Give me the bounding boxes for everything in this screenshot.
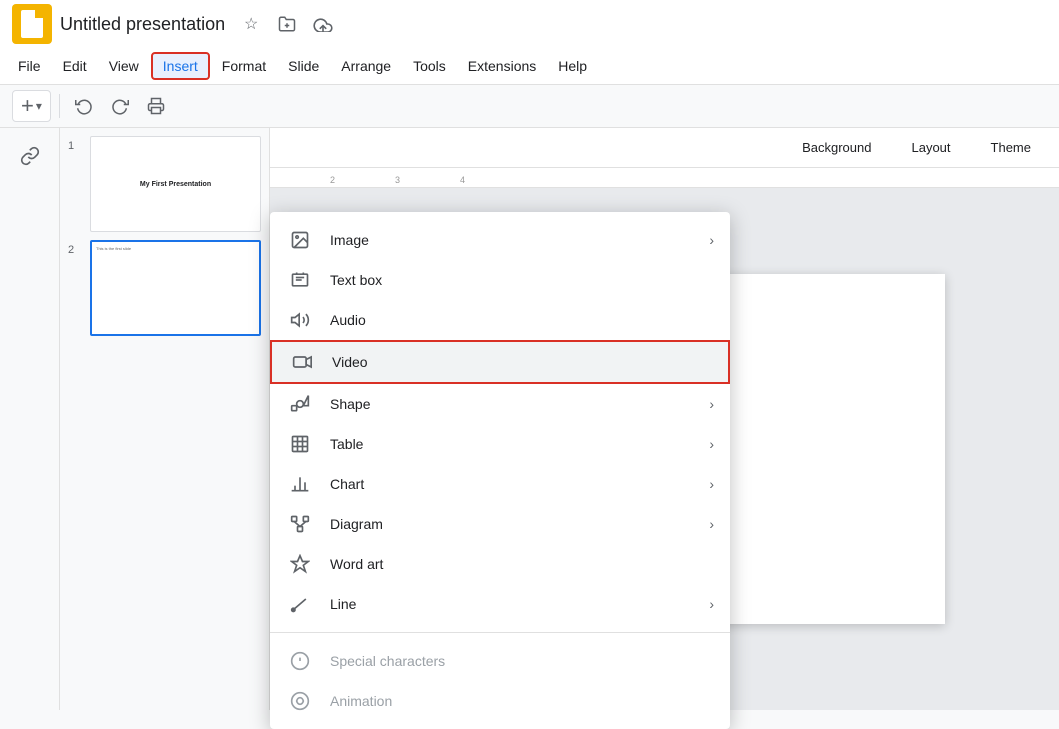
diagram-arrow: › (709, 516, 714, 532)
menu-edit[interactable]: Edit (53, 54, 97, 78)
dropdown-overlay: Image › Text box (0, 128, 1059, 710)
menu-tools[interactable]: Tools (403, 54, 456, 78)
menu-file[interactable]: File (8, 54, 51, 78)
image-label: Image (330, 232, 709, 248)
insert-dropdown-menu: Image › Text box (270, 212, 730, 729)
menu-option-diagram[interactable]: Diagram › (270, 504, 730, 544)
audio-label: Audio (330, 312, 714, 328)
menu-option-special-chars: Special characters (270, 641, 730, 681)
menu-option-shape[interactable]: Shape › (270, 384, 730, 424)
menu-option-chart[interactable]: Chart › (270, 464, 730, 504)
chart-arrow: › (709, 476, 714, 492)
menu-extensions[interactable]: Extensions (458, 54, 546, 78)
video-icon (288, 352, 316, 372)
title-bar: Untitled presentation ☆ (0, 0, 1059, 48)
shape-label: Shape (330, 396, 709, 412)
folder-icon[interactable] (273, 10, 301, 38)
video-label: Video (332, 354, 712, 370)
add-button[interactable]: + ▾ (12, 90, 51, 122)
chart-label: Chart (330, 476, 709, 492)
diagram-icon (286, 514, 314, 534)
add-dropdown-icon: ▾ (36, 99, 42, 113)
menu-option-image[interactable]: Image › (270, 220, 730, 260)
menu-insert[interactable]: Insert (151, 52, 210, 80)
menu-option-audio[interactable]: Audio (270, 300, 730, 340)
shape-icon (286, 394, 314, 414)
line-label: Line (330, 596, 709, 612)
menu-slide[interactable]: Slide (278, 54, 329, 78)
menu-format[interactable]: Format (212, 54, 276, 78)
menu-option-wordart[interactable]: Word art (270, 544, 730, 584)
image-arrow: › (709, 232, 714, 248)
menu-bar: File Edit View Insert Format Slide Arran… (0, 48, 1059, 84)
menu-option-video[interactable]: Video (270, 340, 730, 384)
special-chars-label: Special characters (330, 653, 714, 669)
redo-button[interactable] (104, 90, 136, 122)
print-button[interactable] (140, 90, 172, 122)
chart-icon (286, 474, 314, 494)
wordart-icon (286, 554, 314, 574)
menu-option-table[interactable]: Table › (270, 424, 730, 464)
table-label: Table (330, 436, 709, 452)
add-icon: + (21, 93, 34, 119)
undo-button[interactable] (68, 90, 100, 122)
menu-arrange[interactable]: Arrange (331, 54, 401, 78)
menu-divider (270, 632, 730, 633)
cloud-icon[interactable] (309, 10, 337, 38)
star-icon[interactable]: ☆ (237, 10, 265, 38)
wordart-label: Word art (330, 556, 714, 572)
textbox-icon (286, 270, 314, 290)
app-title: Untitled presentation (60, 14, 225, 35)
textbox-label: Text box (330, 272, 714, 288)
menu-view[interactable]: View (99, 54, 149, 78)
diagram-label: Diagram (330, 516, 709, 532)
animation-icon (286, 691, 314, 711)
image-icon (286, 230, 314, 250)
line-arrow: › (709, 596, 714, 612)
toolbar-divider-1 (59, 94, 60, 118)
toolbar: + ▾ (0, 84, 1059, 128)
menu-help[interactable]: Help (548, 54, 597, 78)
title-icons: ☆ (237, 10, 337, 38)
audio-icon (286, 310, 314, 330)
line-icon (286, 594, 314, 614)
animation-label: Animation (330, 693, 714, 709)
table-arrow: › (709, 436, 714, 452)
main-area: 1 My First Presentation 2 This is the fi… (0, 128, 1059, 710)
app-icon (12, 4, 52, 44)
menu-option-line[interactable]: Line › (270, 584, 730, 624)
table-icon (286, 434, 314, 454)
special-chars-icon (286, 651, 314, 671)
menu-option-animation: Animation (270, 681, 730, 721)
shape-arrow: › (709, 396, 714, 412)
menu-option-textbox[interactable]: Text box (270, 260, 730, 300)
